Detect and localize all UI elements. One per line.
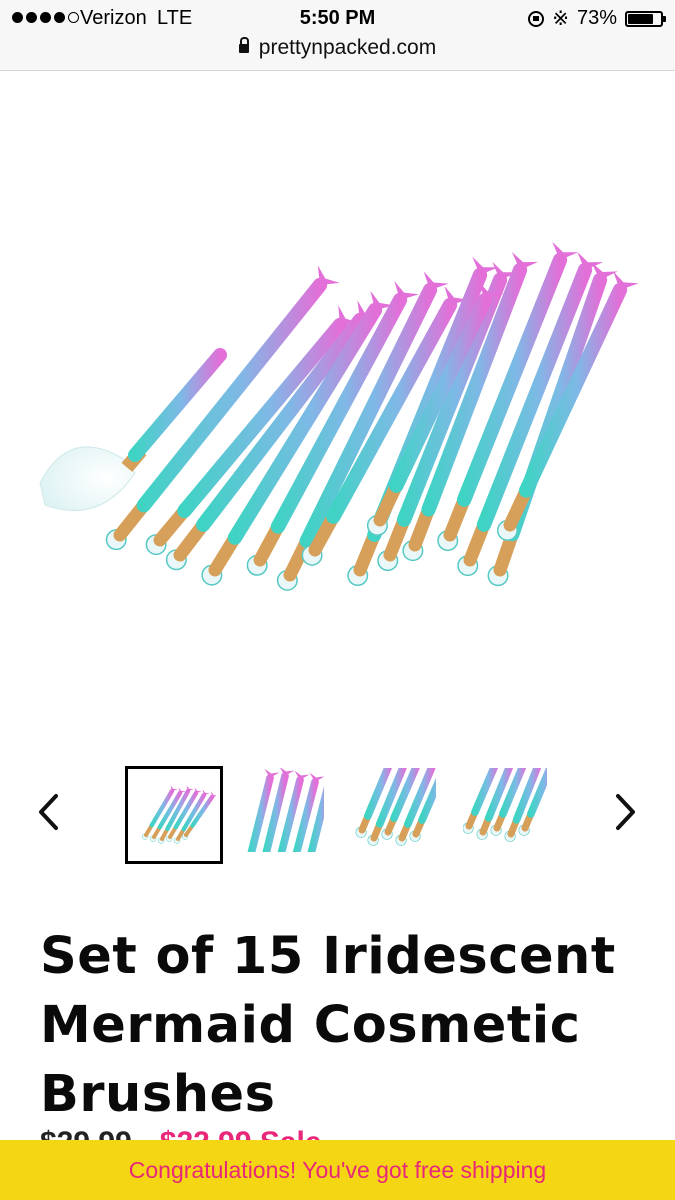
gallery-thumbnail-3[interactable] xyxy=(352,768,436,852)
gallery-next-button[interactable] xyxy=(606,790,646,834)
gallery-prev-button[interactable] xyxy=(28,790,68,834)
battery-percent: 73% xyxy=(576,7,617,29)
status-bar: Verizon LTE 5:50 PM ※ 73% xyxy=(0,4,675,34)
secure-lock-icon xyxy=(238,37,249,53)
thumbnail-image xyxy=(132,773,216,857)
battery-icon xyxy=(625,10,666,27)
thumbnail-image xyxy=(463,768,547,852)
browser-top-bar: Verizon LTE 5:50 PM ※ 73% prettynpacked.… xyxy=(0,0,675,71)
chevron-left-icon xyxy=(39,794,58,830)
thumbnail-image xyxy=(352,768,436,852)
gallery-thumbnail-1[interactable] xyxy=(125,766,223,864)
free-shipping-banner: Congratulations! You've got free shippin… xyxy=(0,1140,675,1200)
bluetooth-icon: ※ xyxy=(552,7,569,30)
url-text: prettynpacked.com xyxy=(258,36,437,59)
status-right-group: ※ 73% xyxy=(528,7,666,30)
rotation-lock-icon xyxy=(528,10,545,27)
product-title-line: Brushes xyxy=(40,1065,276,1124)
gallery-thumbnail-4[interactable] xyxy=(463,768,547,852)
product-title: Set of 15 Iridescent Mermaid Cosmetic Br… xyxy=(40,922,640,1129)
thumbnail-image xyxy=(240,768,324,852)
product-main-image xyxy=(39,241,639,591)
gallery-thumbnail-2[interactable] xyxy=(240,768,324,852)
product-title-line: Set of 15 Iridescent xyxy=(40,927,616,986)
banner-text: Congratulations! You've got free shippin… xyxy=(128,1156,547,1183)
product-title-line: Mermaid Cosmetic xyxy=(40,996,581,1055)
address-bar[interactable]: prettynpacked.com xyxy=(0,36,675,60)
chevron-right-icon xyxy=(616,794,635,830)
